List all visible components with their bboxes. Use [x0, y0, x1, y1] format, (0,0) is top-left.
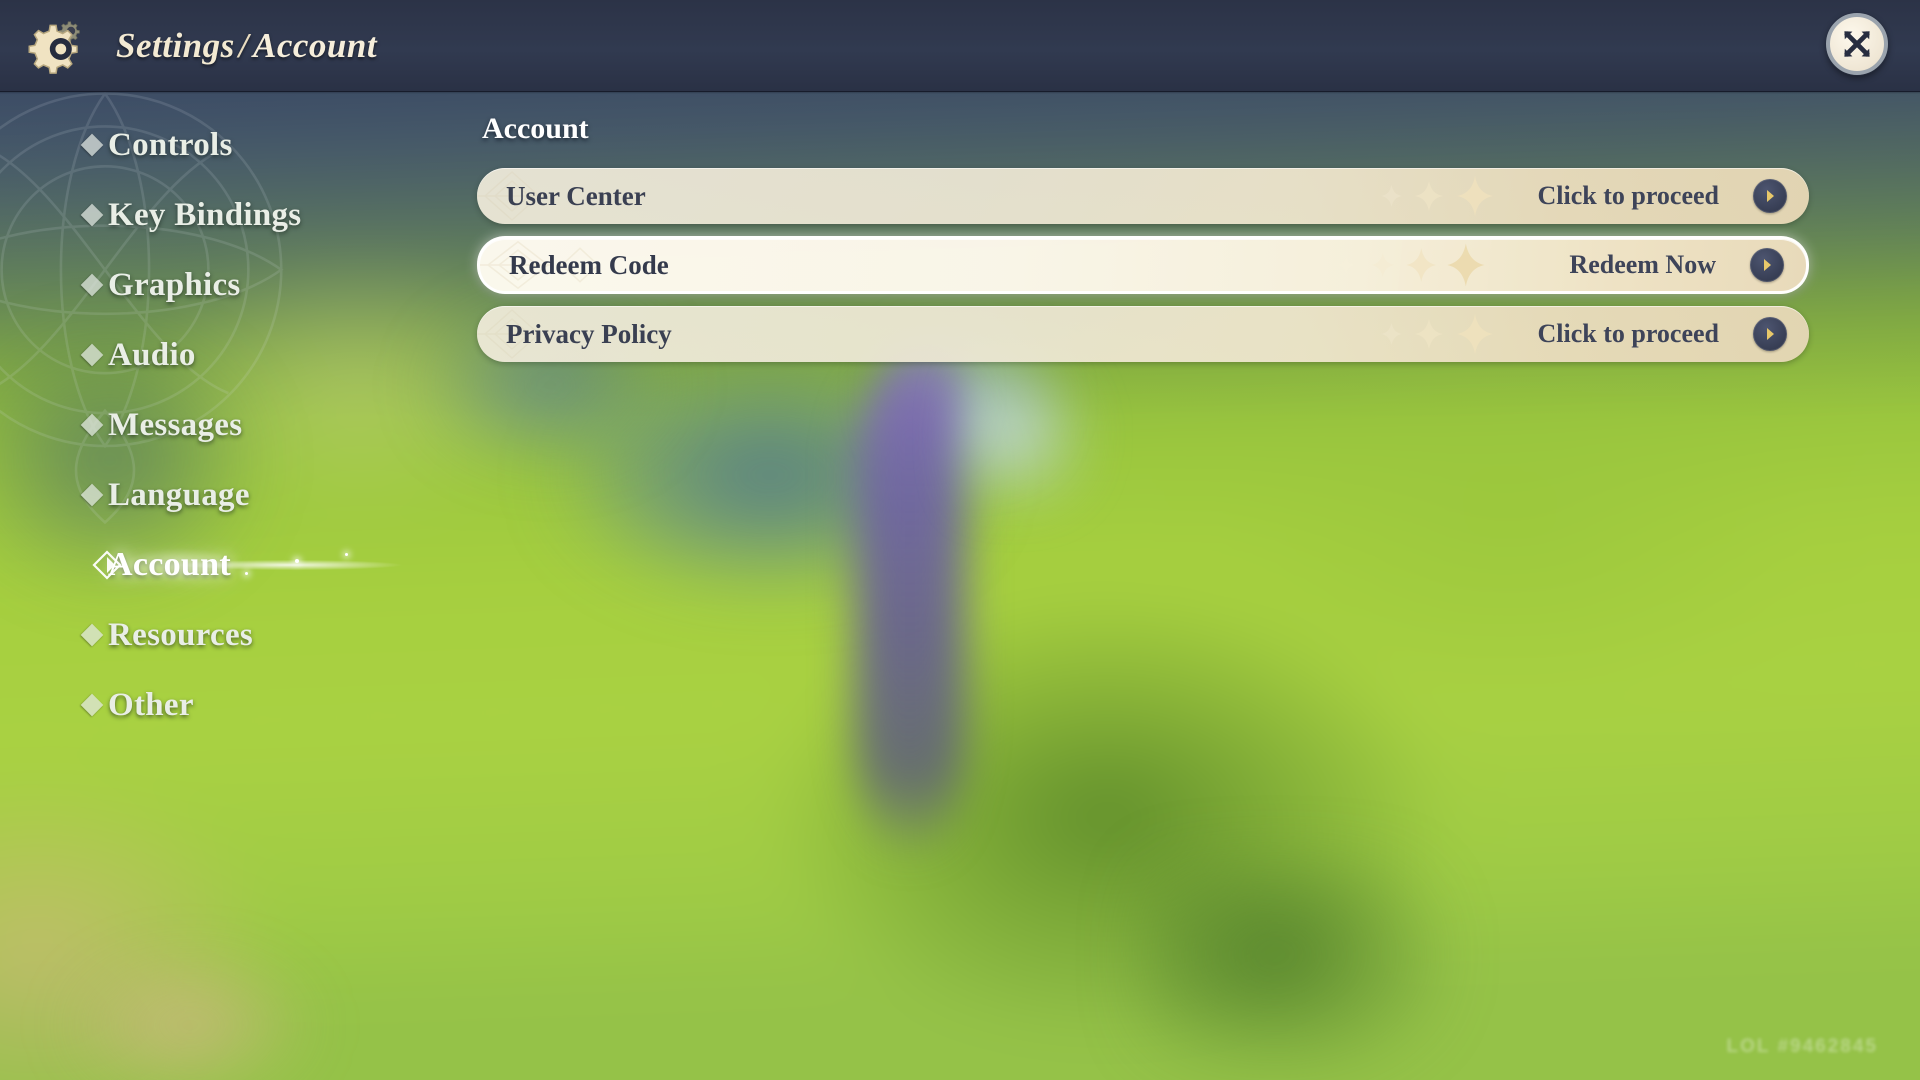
- diamond-bullet-icon: [80, 343, 104, 367]
- breadcrumb-current: Account: [253, 25, 378, 65]
- sidebar-item-resources[interactable]: Resources: [0, 600, 380, 670]
- sidebar-item-graphics[interactable]: Graphics: [0, 250, 380, 320]
- sparkle-cluster-icon: [1381, 176, 1493, 216]
- page-title: Account: [482, 112, 589, 145]
- row-label: User Center: [506, 180, 646, 211]
- sidebar-item-label: Controls: [108, 126, 233, 163]
- sidebar-item-key-bindings[interactable]: Key Bindings: [0, 180, 380, 250]
- sidebar-item-label: Audio: [108, 336, 196, 373]
- chevron-right-icon[interactable]: [1753, 179, 1787, 213]
- sparkle-particle: [345, 553, 348, 556]
- sidebar-item-language[interactable]: Language: [0, 460, 380, 530]
- settings-sidebar: Controls Key Bindings Graphics Audio Mes…: [0, 110, 450, 740]
- row-action-label: Click to proceed: [1537, 181, 1720, 210]
- sidebar-item-controls[interactable]: Controls: [0, 110, 380, 180]
- sidebar-item-messages[interactable]: Messages: [0, 390, 380, 460]
- row-label: Redeem Code: [509, 249, 669, 280]
- watermark: LOL #9462845: [1726, 1036, 1878, 1057]
- close-button[interactable]: [1826, 13, 1888, 75]
- sparkle-particle: [295, 559, 299, 563]
- row-privacy-policy[interactable]: Privacy Policy Click to proceed: [477, 306, 1809, 362]
- row-redeem-code[interactable]: Redeem Code Redeem Now: [477, 236, 1809, 294]
- breadcrumb: Settings / Account: [116, 26, 377, 66]
- diamond-bullet-selected-icon: [92, 550, 122, 580]
- row-user-center[interactable]: User Center Click to proceed: [477, 168, 1809, 224]
- breadcrumb-separator: /: [238, 25, 249, 65]
- sparkle-particle: [245, 572, 248, 575]
- diamond-bullet-icon: [80, 133, 104, 157]
- diamond-bullet-icon: [80, 623, 104, 647]
- sidebar-item-audio[interactable]: Audio: [0, 320, 380, 390]
- sparkle-cluster-icon: [1381, 314, 1493, 354]
- account-settings-panel: Account User Center Click to proceed Red…: [477, 112, 1809, 374]
- settings-row-wrapper: Redeem Code Redeem Now: [477, 236, 1809, 294]
- row-action-label: Redeem Now: [1569, 250, 1716, 279]
- diamond-bullet-icon: [80, 203, 104, 227]
- diamond-bullet-icon: [80, 413, 104, 437]
- close-icon: [1844, 31, 1870, 57]
- settings-header-bar: Settings / Account: [0, 0, 1920, 94]
- sidebar-item-label: Key Bindings: [108, 196, 302, 233]
- sidebar-item-label: Graphics: [108, 266, 241, 303]
- sidebar-item-label: Messages: [108, 406, 243, 443]
- sidebar-item-label: Language: [108, 476, 250, 513]
- chevron-right-icon[interactable]: [1750, 248, 1784, 282]
- sidebar-item-account[interactable]: Account: [0, 530, 450, 600]
- breadcrumb-root[interactable]: Settings: [116, 26, 235, 65]
- sidebar-item-label: Account: [108, 546, 231, 583]
- row-label: Privacy Policy: [506, 318, 672, 349]
- row-action-label: Click to proceed: [1537, 319, 1720, 348]
- settings-gear-icon: [26, 13, 92, 79]
- sidebar-item-label: Resources: [108, 616, 254, 653]
- sidebar-item-other[interactable]: Other: [0, 670, 380, 740]
- diamond-bullet-icon: [80, 693, 104, 717]
- diamond-bullet-icon: [80, 483, 104, 507]
- chevron-right-icon[interactable]: [1753, 317, 1787, 351]
- settings-row-wrapper: User Center Click to proceed: [477, 168, 1809, 224]
- sidebar-item-label: Other: [108, 686, 194, 723]
- sparkle-cluster-icon: [1337, 243, 1485, 287]
- diamond-bullet-icon: [80, 273, 104, 297]
- settings-row-wrapper: Privacy Policy Click to proceed: [477, 306, 1809, 362]
